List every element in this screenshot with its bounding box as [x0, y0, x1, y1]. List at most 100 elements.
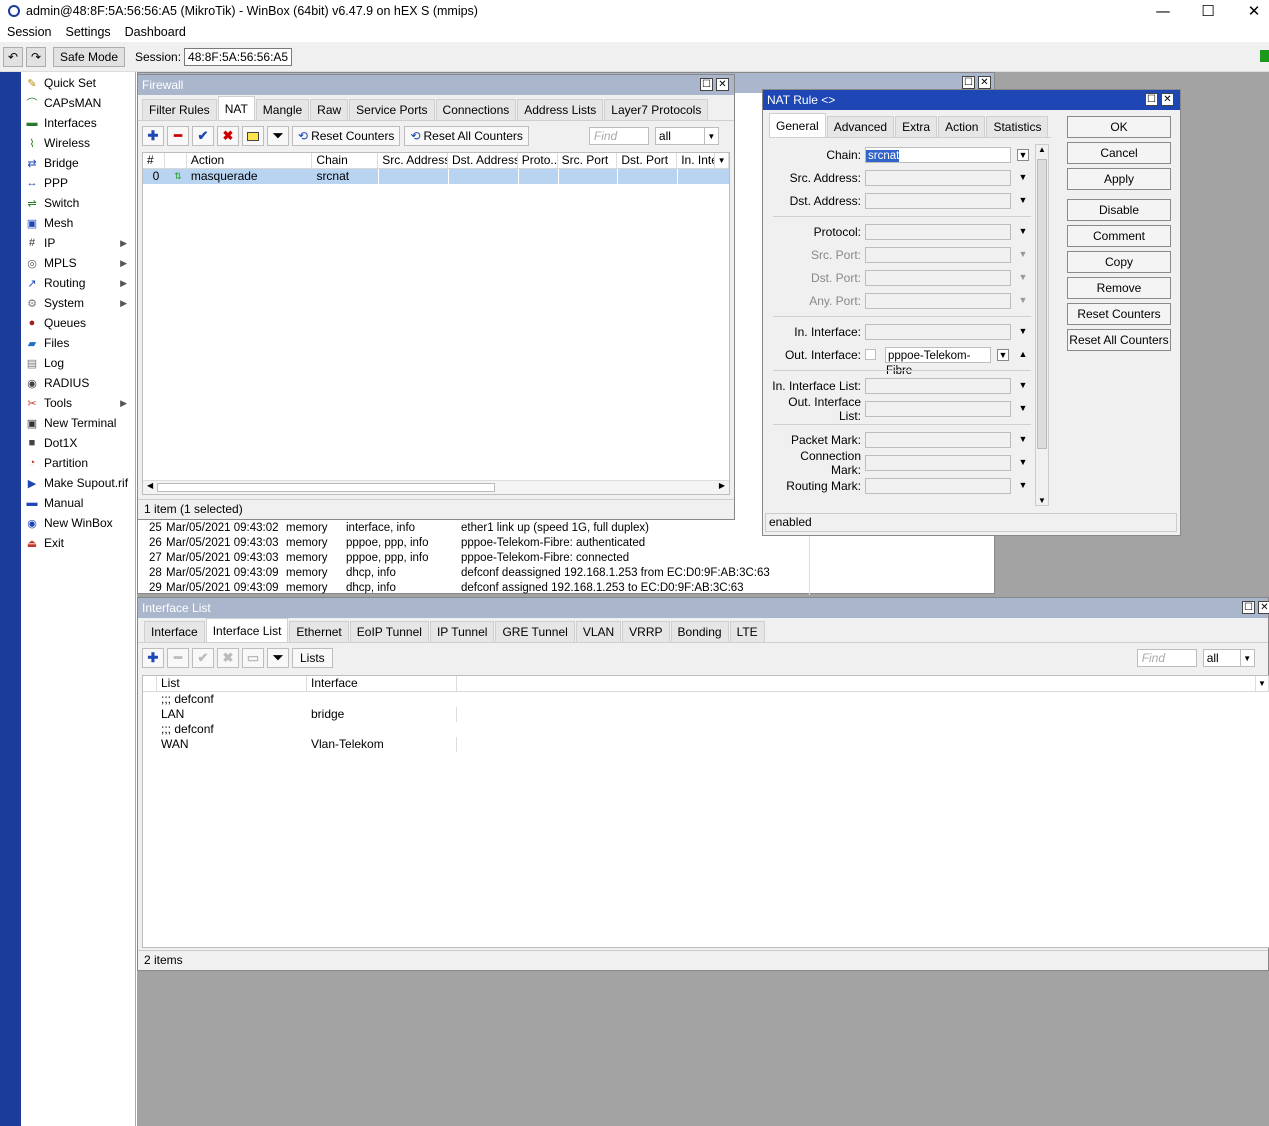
- cancel-button[interactable]: Cancel: [1067, 142, 1171, 164]
- scroll-thumb[interactable]: [157, 483, 495, 492]
- col-chain[interactable]: Chain: [312, 153, 379, 168]
- field-input[interactable]: [865, 193, 1011, 209]
- remove-icon[interactable]: ━: [167, 126, 189, 146]
- log-row[interactable]: 28 Mar/05/2021 09:43:09 memory dhcp, inf…: [138, 566, 994, 581]
- log-row[interactable]: 27 Mar/05/2021 09:43:03 memory pppoe, pp…: [138, 551, 994, 566]
- disable-icon[interactable]: ✖: [217, 648, 239, 668]
- reset-counters-button[interactable]: Reset Counters: [1067, 303, 1171, 325]
- sidebar-item-radius[interactable]: ◉ RADIUS: [21, 373, 135, 393]
- sidebar-item-capsman[interactable]: ⌒ CAPsMAN: [21, 93, 135, 113]
- nat-rule-close-icon[interactable]: ✕: [1161, 93, 1174, 106]
- tab-vlan[interactable]: VLAN: [575, 621, 622, 642]
- tab-address-lists[interactable]: Address Lists: [517, 99, 604, 120]
- col-flags[interactable]: [143, 676, 157, 691]
- field-input[interactable]: [865, 324, 1011, 340]
- tab-extra[interactable]: Extra: [895, 116, 938, 137]
- list-item[interactable]: LAN bridge: [143, 707, 1269, 722]
- sidebar-item-system[interactable]: ⚙ System ▶: [21, 293, 135, 313]
- tab-raw[interactable]: Raw: [310, 99, 349, 120]
- chevron-down-icon[interactable]: ▼: [1017, 326, 1029, 336]
- tab-nat[interactable]: NAT: [217, 96, 255, 120]
- tab-lte[interactable]: LTE: [729, 621, 765, 642]
- sidebar-item-bridge[interactable]: ⇄ Bridge: [21, 153, 135, 173]
- apply-button[interactable]: Apply: [1067, 168, 1171, 190]
- tab-mangle[interactable]: Mangle: [255, 99, 310, 120]
- chevron-down-icon[interactable]: ▼: [1017, 195, 1029, 205]
- chevron-down-icon[interactable]: ▼: [1017, 380, 1029, 390]
- field-input[interactable]: pppoe-Telekom-Fibre: [885, 347, 991, 377]
- add-icon[interactable]: ✚: [142, 126, 164, 146]
- columns-menu-icon[interactable]: ▼: [1255, 676, 1269, 691]
- nat-rule-scrollbar[interactable]: ▲ ▼: [1035, 144, 1049, 506]
- reset-counters-button[interactable]: ⟲ Reset Counters: [292, 126, 401, 146]
- menu-dashboard[interactable]: Dashboard: [118, 25, 193, 39]
- field-input[interactable]: [865, 455, 1011, 471]
- log-row[interactable]: 26 Mar/05/2021 09:43:03 memory pppoe, pp…: [138, 536, 994, 551]
- col-src-address[interactable]: Src. Address: [378, 153, 448, 168]
- reset-all-counters-button[interactable]: ⟲ Reset All Counters: [404, 126, 529, 146]
- chevron-down-icon[interactable]: ▼: [1017, 434, 1029, 444]
- undo-button[interactable]: ↶: [3, 46, 23, 67]
- sidebar-item-files[interactable]: ▰ Files: [21, 333, 135, 353]
- chevron-down-icon[interactable]: ▼: [1017, 172, 1029, 182]
- col-src-port[interactable]: Src. Port: [558, 153, 618, 168]
- add-icon[interactable]: ✚: [142, 648, 164, 668]
- nat-rule-row[interactable]: 0 ⇅ masquerade srcnat: [143, 169, 729, 184]
- sidebar-item-new-terminal[interactable]: ▣ New Terminal: [21, 413, 135, 433]
- tab-layer7-protocols[interactable]: Layer7 Protocols: [604, 99, 709, 120]
- sidebar-item-ppp[interactable]: ↔ PPP: [21, 173, 135, 193]
- sidebar-item-make-supout-rif[interactable]: ▶ Make Supout.rif: [21, 473, 135, 493]
- copy-button[interactable]: Copy: [1067, 251, 1171, 273]
- redo-button[interactable]: ↷: [26, 46, 46, 67]
- interface-list-close-icon[interactable]: ✕: [1258, 601, 1269, 614]
- tab-gre-tunnel[interactable]: GRE Tunnel: [495, 621, 575, 642]
- sidebar-item-routing[interactable]: ↗ Routing ▶: [21, 273, 135, 293]
- col-flags[interactable]: [165, 153, 187, 168]
- chevron-down-icon[interactable]: ▼: [997, 349, 1009, 361]
- interface-list-maximize-icon[interactable]: ☐: [1242, 601, 1255, 614]
- tab-interface-list[interactable]: Interface List: [205, 618, 289, 642]
- tab-ip-tunnel[interactable]: IP Tunnel: [429, 621, 495, 642]
- field-input[interactable]: srcnat: [865, 147, 1011, 163]
- maximize-button[interactable]: ☐: [1185, 0, 1231, 22]
- chevron-down-icon[interactable]: ▼: [1017, 226, 1029, 236]
- sidebar-item-quick-set[interactable]: ✎ Quick Set: [21, 73, 135, 93]
- scroll-right-icon[interactable]: ▶: [719, 481, 725, 490]
- enable-icon[interactable]: ✔: [192, 648, 214, 668]
- comment-icon[interactable]: ▭: [242, 648, 264, 668]
- field-input[interactable]: [865, 378, 1011, 394]
- horizontal-scrollbar[interactable]: ◀ ▶: [143, 480, 729, 494]
- log-row[interactable]: 29 Mar/05/2021 09:43:09 memory dhcp, inf…: [138, 581, 994, 596]
- sidebar-item-manual[interactable]: ▬ Manual: [21, 493, 135, 513]
- col-protocol[interactable]: Proto...: [518, 153, 558, 168]
- col-action[interactable]: Action: [187, 153, 313, 168]
- tab-filter-rules[interactable]: Filter Rules: [142, 99, 217, 120]
- filter-icon[interactable]: ⏷: [267, 648, 289, 668]
- chevron-down-icon[interactable]: ▼: [1017, 149, 1029, 161]
- sidebar-item-exit[interactable]: ⏏ Exit: [21, 533, 135, 553]
- minimize-button[interactable]: —: [1140, 0, 1186, 22]
- comment-button[interactable]: Comment: [1067, 225, 1171, 247]
- ok-button[interactable]: OK: [1067, 116, 1171, 138]
- firewall-maximize-icon[interactable]: ☐: [700, 78, 713, 91]
- menu-settings[interactable]: Settings: [58, 25, 117, 39]
- menu-session[interactable]: Session: [0, 25, 58, 39]
- field-input[interactable]: [865, 401, 1011, 417]
- field-input[interactable]: [865, 170, 1011, 186]
- tab-general[interactable]: General: [769, 113, 826, 137]
- chevron-down-icon[interactable]: ▼: [1017, 457, 1029, 467]
- col-in-interface[interactable]: In. Inte: [677, 153, 716, 168]
- chevron-down-icon[interactable]: ▼: [1017, 480, 1029, 490]
- chevron-down-icon[interactable]: ▼: [1017, 249, 1029, 259]
- tab-bonding[interactable]: Bonding: [670, 621, 729, 642]
- firewall-filter-select[interactable]: all ▼: [654, 127, 719, 145]
- scroll-thumb[interactable]: [1037, 159, 1047, 449]
- reset-all-counters-button[interactable]: Reset All Counters: [1067, 329, 1171, 351]
- field-input[interactable]: [865, 224, 1011, 240]
- tab-action[interactable]: Action: [938, 116, 986, 137]
- columns-menu-icon[interactable]: ▼: [715, 153, 730, 168]
- chevron-down-icon[interactable]: ▼: [1017, 403, 1029, 413]
- tab-interface[interactable]: Interface: [144, 621, 205, 642]
- sidebar-item-dot1x[interactable]: ■ Dot1X: [21, 433, 135, 453]
- chevron-down-icon[interactable]: ▼: [1017, 295, 1029, 305]
